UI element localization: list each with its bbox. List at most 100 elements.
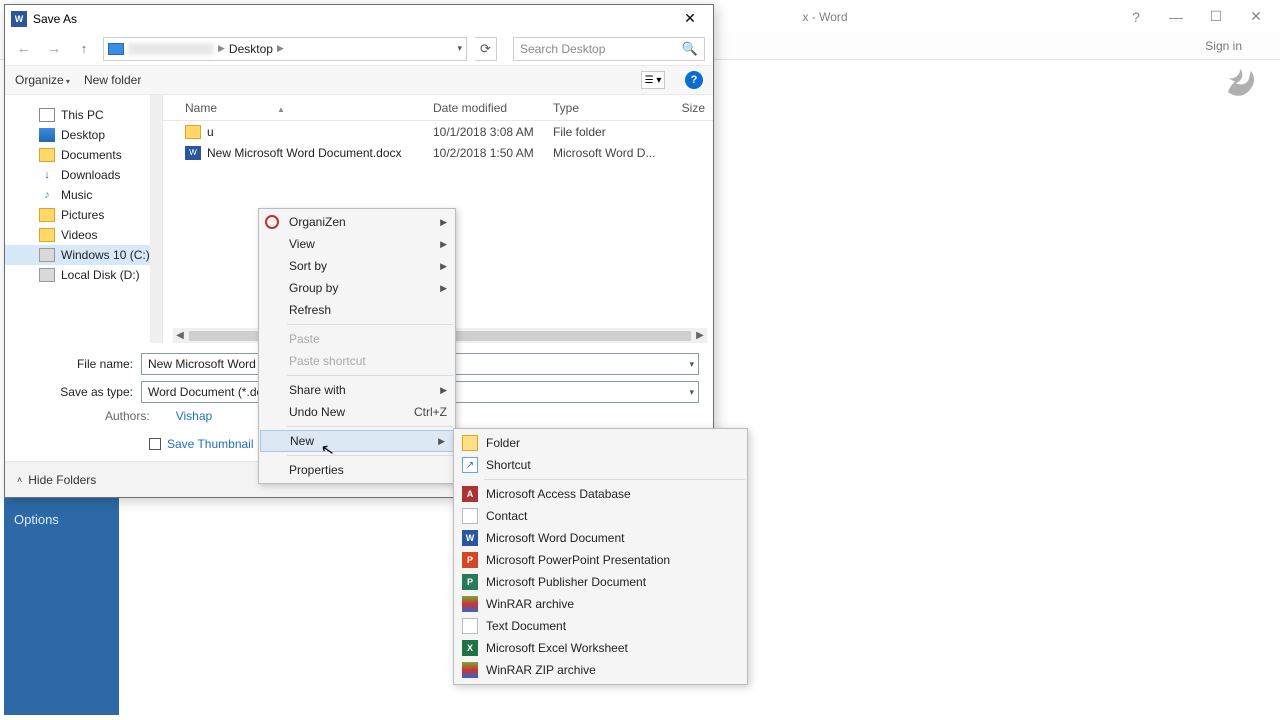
ctx-share-with[interactable]: Share with▶ — [259, 379, 455, 401]
save-thumbnail-label[interactable]: Save Thumbnail — [167, 437, 254, 451]
submenu-arrow-icon: ▶ — [440, 261, 447, 272]
new-folder-button[interactable]: New folder — [84, 73, 141, 87]
view-options-button[interactable]: ☰ ▾ — [641, 71, 665, 89]
videos-icon — [39, 228, 55, 242]
chevron-right-icon: ▶ — [277, 43, 284, 54]
ctx-view[interactable]: View▶ — [259, 233, 455, 255]
dialog-close-button[interactable]: ✕ — [673, 9, 707, 29]
saveastype-label: Save as type: — [19, 385, 141, 399]
sub-folder[interactable]: Folder — [454, 432, 747, 454]
sub-winrar[interactable]: WinRAR archive — [454, 593, 747, 615]
nav-forward-button[interactable]: → — [43, 40, 65, 57]
dialog-help-button[interactable]: ? — [685, 71, 703, 89]
tree-scrollbar[interactable] — [150, 95, 162, 343]
ctx-group-by[interactable]: Group by▶ — [259, 277, 455, 299]
ctx-organizen[interactable]: OrganiZen▶ — [259, 211, 455, 233]
search-input[interactable]: Search Desktop 🔍 — [513, 37, 705, 61]
sub-word[interactable]: WMicrosoft Word Document — [454, 527, 747, 549]
separator — [287, 324, 453, 325]
sub-text[interactable]: Text Document — [454, 615, 747, 637]
file-row[interactable]: W New Microsoft Word Document.docx 10/2/… — [163, 142, 713, 163]
signin-link[interactable]: Sign in — [1205, 39, 1242, 53]
access-icon: A — [462, 486, 478, 502]
maximize-button[interactable]: ☐ — [1198, 5, 1234, 29]
folder-icon — [462, 435, 478, 451]
tree-videos[interactable]: Videos — [5, 225, 162, 245]
tree-desktop[interactable]: Desktop — [5, 125, 162, 145]
ctx-properties[interactable]: Properties — [259, 459, 455, 481]
separator — [287, 426, 453, 427]
dropdown-icon[interactable]: ▾ — [689, 387, 694, 398]
submenu-arrow-icon: ▶ — [440, 217, 447, 228]
excel-icon: X — [462, 640, 478, 656]
help-icon[interactable]: ? — [1118, 5, 1154, 29]
dialog-title: Save As — [33, 12, 673, 26]
tree-drive-d[interactable]: Local Disk (D:) — [5, 265, 162, 285]
authors-value[interactable]: Vishap — [176, 409, 212, 423]
separator — [287, 455, 453, 456]
col-size[interactable]: Size — [667, 101, 713, 115]
drive-icon — [39, 268, 55, 282]
sub-ppt[interactable]: PMicrosoft PowerPoint Presentation — [454, 549, 747, 571]
sub-winrar-zip[interactable]: WinRAR ZIP archive — [454, 659, 747, 681]
col-name[interactable]: Name — [185, 101, 217, 115]
ctx-new[interactable]: New▶ — [260, 430, 454, 452]
tree-music[interactable]: ♪Music — [5, 185, 162, 205]
scroll-right-icon[interactable]: ▶ — [693, 330, 707, 341]
save-thumbnail-checkbox[interactable] — [149, 438, 161, 450]
folder-icon — [185, 125, 201, 139]
submenu-arrow-icon: ▶ — [440, 283, 447, 294]
desktop-icon — [39, 128, 55, 142]
filename-label: File name: — [19, 357, 141, 371]
nav-tree: This PC Desktop Documents ↓Downloads ♪Mu… — [5, 95, 163, 343]
context-menu: OrganiZen▶ View▶ Sort by▶ Group by▶ Refr… — [258, 208, 456, 484]
ctx-sort-by[interactable]: Sort by▶ — [259, 255, 455, 277]
word-icon: W — [462, 530, 478, 546]
sort-indicator-icon: ▲ — [277, 105, 285, 114]
col-type[interactable]: Type — [553, 101, 667, 115]
nav-back-button[interactable]: ← — [13, 40, 35, 57]
ctx-undo-new[interactable]: Undo NewCtrl+Z — [259, 401, 455, 423]
sub-shortcut[interactable]: ↗Shortcut — [454, 454, 747, 476]
col-date[interactable]: Date modified — [433, 101, 553, 115]
hide-folders-button[interactable]: ˄ Hide Folders — [17, 473, 96, 487]
tree-this-pc[interactable]: This PC — [5, 105, 162, 125]
word-icon: W — [11, 11, 27, 27]
contact-icon — [462, 508, 478, 524]
address-dropdown-icon[interactable]: ▾ — [457, 43, 462, 54]
sub-access[interactable]: AMicrosoft Access Database — [454, 483, 747, 505]
nav-up-button[interactable]: ↑ — [73, 41, 95, 56]
scroll-left-icon[interactable]: ◀ — [173, 330, 187, 341]
minimize-button[interactable]: — — [1158, 5, 1194, 29]
dragon-logo-icon — [1222, 62, 1262, 102]
file-row[interactable]: u 10/1/2018 3:08 AM File folder — [163, 121, 713, 142]
tree-pictures[interactable]: Pictures — [5, 205, 162, 225]
shortcut-text: Ctrl+Z — [414, 405, 447, 419]
submenu-arrow-icon: ▶ — [440, 239, 447, 250]
word-file-icon: W — [185, 146, 201, 160]
sub-publisher[interactable]: PMicrosoft Publisher Document — [454, 571, 747, 593]
search-placeholder: Search Desktop — [520, 42, 605, 56]
tree-drive-c[interactable]: Windows 10 (C:) — [5, 245, 162, 265]
refresh-button[interactable]: ⟳ — [475, 37, 497, 61]
chevron-up-icon: ˄ — [17, 475, 22, 485]
close-button[interactable]: ✕ — [1238, 5, 1274, 29]
breadcrumb-blurred — [128, 43, 214, 55]
drive-icon — [108, 43, 124, 55]
sub-excel[interactable]: XMicrosoft Excel Worksheet — [454, 637, 747, 659]
pc-icon — [39, 108, 55, 122]
chevron-right-icon: ▶ — [218, 43, 225, 54]
address-bar[interactable]: ▶ Desktop ▶ ▾ — [103, 37, 467, 61]
sub-contact[interactable]: Contact — [454, 505, 747, 527]
tree-documents[interactable]: Documents — [5, 145, 162, 165]
ctx-refresh[interactable]: Refresh — [259, 299, 455, 321]
powerpoint-icon: P — [462, 552, 478, 568]
download-icon: ↓ — [39, 168, 55, 182]
column-headers[interactable]: Name ▲ Date modified Type Size — [163, 95, 713, 121]
organize-menu[interactable]: Organize — [15, 73, 70, 87]
dropdown-icon[interactable]: ▾ — [689, 359, 694, 370]
winrar-icon — [462, 596, 478, 612]
options-label[interactable]: Options — [14, 512, 59, 527]
tree-downloads[interactable]: ↓Downloads — [5, 165, 162, 185]
breadcrumb-location[interactable]: Desktop — [229, 42, 273, 56]
